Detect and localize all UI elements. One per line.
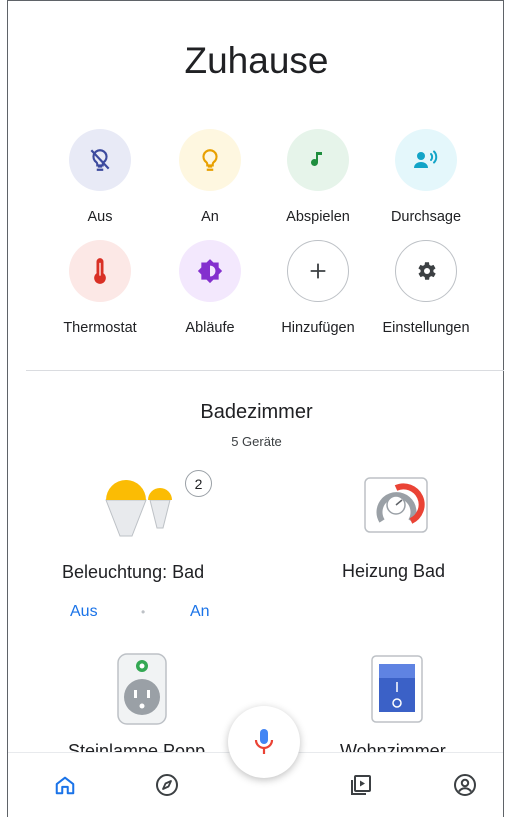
- shortcut-hinzufuegen-circle[interactable]: [287, 240, 349, 302]
- media-icon: [351, 775, 371, 795]
- shortcut-ablaeufe-label: Abläufe: [185, 320, 235, 336]
- thermostat-device-icon[interactable]: [364, 477, 428, 533]
- broadcast-icon: [414, 150, 438, 168]
- nav-media[interactable]: [348, 772, 374, 798]
- shortcut-durchsage-circle[interactable]: [395, 129, 457, 191]
- shortcut-abspielen-circle[interactable]: [287, 129, 349, 191]
- shortcut-hinzufuegen-label: Hinzufügen: [281, 320, 355, 336]
- home-icon: [55, 776, 75, 795]
- lightbulb-icon: [202, 149, 218, 171]
- account-icon: [454, 774, 476, 796]
- shortcut-thermostat-label: Thermostat: [63, 320, 137, 336]
- shortcut-ablaeufe[interactable]: Abläufe: [155, 240, 265, 336]
- shortcut-durchsage-label: Durchsage: [390, 209, 462, 225]
- room-title: Badezimmer: [200, 401, 313, 423]
- plus-icon: [310, 263, 326, 279]
- control-separator: •: [141, 605, 146, 619]
- shortcut-aus-label: Aus: [87, 209, 113, 225]
- shortcut-abspielen-label: Abspielen: [286, 209, 350, 225]
- shortcut-einstellungen[interactable]: Einstellungen: [371, 240, 481, 336]
- device-name-heizung[interactable]: Heizung Bad: [342, 561, 445, 582]
- lightbulb-off-icon: [90, 149, 110, 171]
- room-device-count: 5 Geräte: [231, 434, 282, 449]
- nav-home[interactable]: [52, 772, 78, 798]
- shortcut-einstellungen-circle[interactable]: [395, 240, 457, 302]
- shortcut-hinzufuegen[interactable]: Hinzufügen: [263, 240, 373, 336]
- section-divider: [26, 370, 504, 371]
- compass-icon: [156, 774, 178, 796]
- thermometer-icon: [94, 258, 106, 284]
- nav-discover[interactable]: [154, 772, 180, 798]
- device-name-beleuchtung[interactable]: Beleuchtung: Bad: [62, 562, 204, 583]
- shortcut-abspielen[interactable]: Abspielen: [263, 129, 373, 225]
- device-count-badge: 2: [185, 470, 212, 497]
- lights-on-button[interactable]: An: [190, 603, 210, 621]
- shortcut-aus-circle[interactable]: [69, 129, 131, 191]
- routines-icon: [197, 259, 223, 284]
- music-note-icon: [311, 152, 322, 166]
- microphone-icon: [254, 729, 274, 754]
- voice-assistant-button[interactable]: [228, 706, 300, 778]
- lights-off-button[interactable]: Aus: [70, 603, 98, 621]
- shortcut-an[interactable]: An: [155, 129, 265, 225]
- shortcut-an-label: An: [201, 209, 219, 225]
- shortcut-ablaeufe-circle[interactable]: [179, 240, 241, 302]
- shortcut-thermostat-circle[interactable]: [69, 240, 131, 302]
- wall-switch-icon[interactable]: [370, 654, 424, 724]
- shortcut-thermostat[interactable]: Thermostat: [45, 240, 155, 336]
- window-frame-top: [7, 0, 504, 1]
- shortcut-einstellungen-label: Einstellungen: [382, 320, 470, 336]
- nav-account[interactable]: [452, 772, 478, 798]
- shortcut-an-circle[interactable]: [179, 129, 241, 191]
- smart-plug-icon[interactable]: [116, 652, 168, 726]
- shortcut-durchsage[interactable]: Durchsage: [371, 129, 481, 225]
- gear-icon: [418, 262, 436, 280]
- page-title: Zuhause: [184, 40, 329, 81]
- shortcut-aus[interactable]: Aus: [45, 129, 155, 225]
- light-group-icon[interactable]: [103, 474, 193, 540]
